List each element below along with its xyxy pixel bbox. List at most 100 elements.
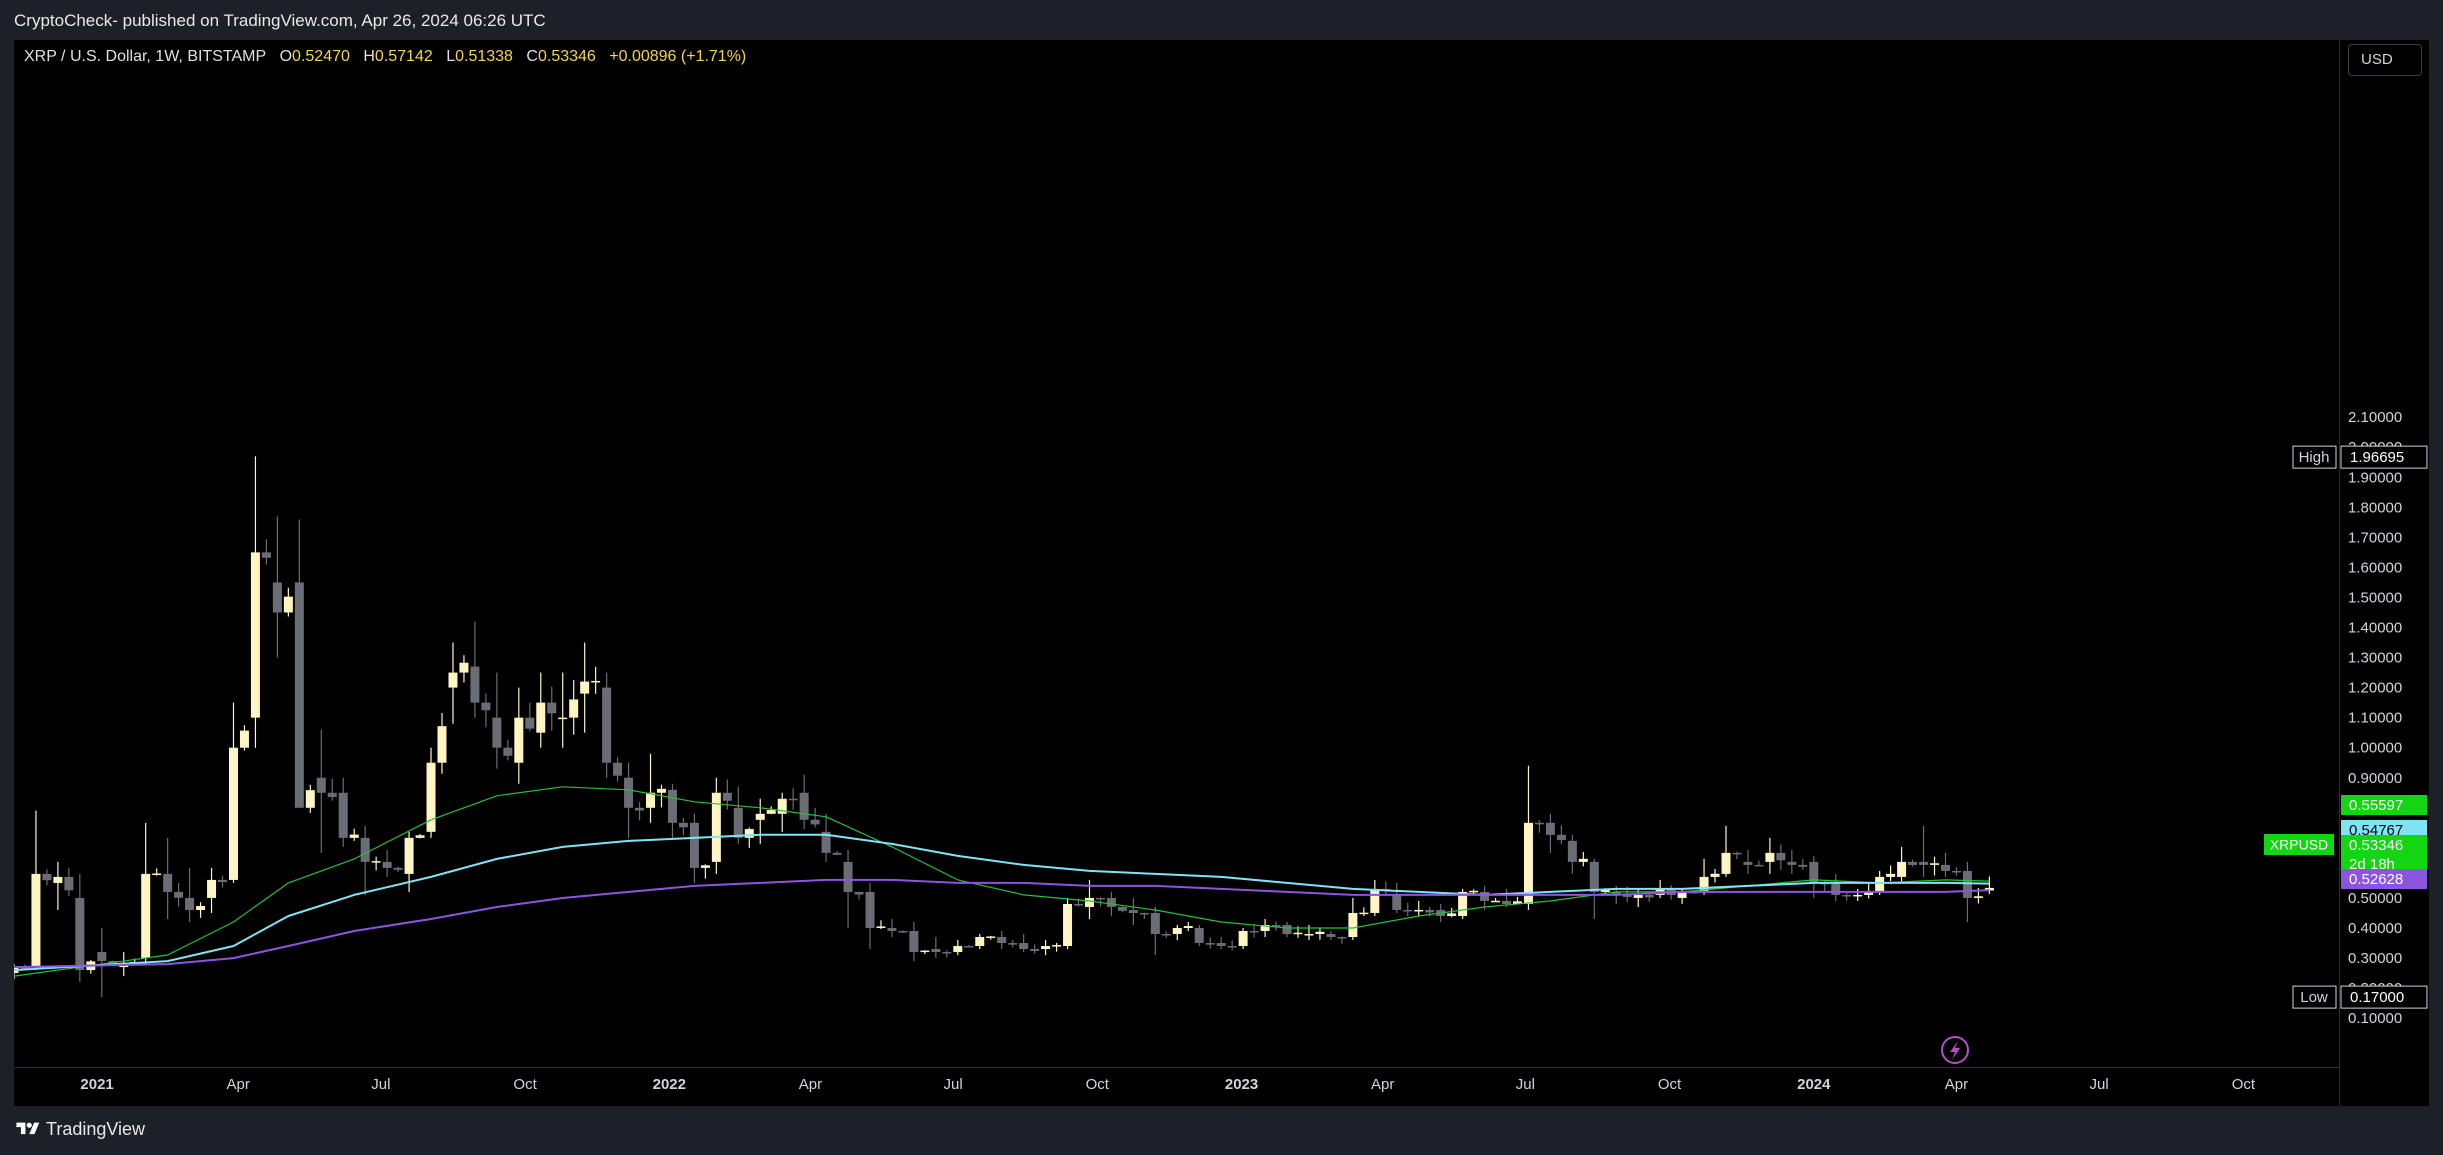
date-tick-label: Apr [1945, 1076, 1968, 1093]
candle-body [975, 937, 985, 947]
symbol-title: XRP / U.S. Dollar, 1W, BITSTAMP [24, 48, 267, 65]
currency-button[interactable]: USD [2348, 44, 2422, 76]
candle-body [810, 819, 820, 825]
candle-body [1973, 896, 1983, 898]
candle-body [1589, 861, 1599, 892]
candle-body [656, 788, 666, 793]
candle-body [744, 829, 754, 838]
candle-body [64, 876, 74, 891]
price-tick-label: 1.40000 [2348, 620, 2402, 637]
candle-body [207, 879, 217, 898]
price-tick-label: 0.40000 [2348, 920, 2402, 937]
date-tick-label: 2022 [653, 1076, 686, 1093]
candle-body [1337, 937, 1347, 939]
candle-body [1227, 946, 1237, 948]
price-tick-label: 0.90000 [2348, 770, 2402, 787]
candle-body [185, 897, 195, 910]
candle-body [1282, 924, 1292, 935]
chart-frame[interactable]: 0.100000.200000.300000.400000.500000.600… [14, 40, 2429, 1106]
date-tick-label: Oct [2232, 1076, 2256, 1093]
candle-body [689, 822, 699, 868]
candle-body [75, 897, 85, 971]
candle-body [1106, 897, 1116, 907]
candle-body [1644, 894, 1654, 898]
candle-body [196, 906, 206, 910]
candle-body [393, 867, 403, 870]
candle-body [305, 790, 315, 808]
symbol-tag-label: XRPUSD [2270, 837, 2328, 853]
candle-body [1633, 894, 1643, 898]
candle-body [448, 672, 458, 688]
symbol-legend: XRP / U.S. Dollar, 1W, BITSTAMP O0.52470… [24, 48, 746, 66]
lightning-icon-bolt [1950, 1041, 1960, 1060]
candle-body [1161, 934, 1171, 936]
candle-body [667, 789, 677, 823]
candle-body [766, 810, 776, 814]
tradingview-brand: TradingView [46, 1119, 146, 1139]
candle-body [1425, 909, 1435, 913]
price-chart[interactable]: 0.100000.200000.300000.400000.500000.600… [14, 40, 2429, 1106]
price-tick-label: 1.80000 [2348, 499, 2402, 516]
candle-body [788, 798, 798, 801]
candles [14, 456, 1994, 998]
candle-body [931, 949, 941, 953]
candle-body [646, 792, 656, 808]
candle-body [1403, 909, 1413, 912]
candle-body [1183, 926, 1193, 928]
candle-body [678, 822, 688, 828]
candle-body [1491, 900, 1501, 903]
candle-body [1326, 934, 1336, 938]
candle-body [1776, 852, 1786, 861]
price-tick-label: 0.30000 [2348, 950, 2402, 967]
candle-body [1469, 890, 1479, 893]
candle-body [722, 792, 732, 801]
candle-body [141, 873, 151, 959]
candle-body [239, 730, 249, 748]
candle-body [1095, 897, 1105, 900]
date-tick-label: Jul [2090, 1076, 2109, 1093]
date-tick-label: 2021 [80, 1076, 113, 1093]
low-marker-label: Low [2300, 989, 2328, 1006]
candle-body [525, 717, 535, 729]
candle-body [536, 702, 546, 733]
candle-body [1063, 903, 1073, 947]
candle-body [1238, 931, 1248, 947]
candle-body [1831, 882, 1841, 895]
candle-body [1084, 897, 1094, 907]
candle-body [558, 717, 568, 720]
candle-body [371, 861, 381, 863]
candle-body [492, 717, 502, 748]
candle-body [316, 777, 326, 793]
candle-body [547, 702, 557, 714]
price-tick-label: 1.20000 [2348, 680, 2402, 697]
candle-body [163, 873, 173, 892]
price-label-text: 0.52628 [2349, 871, 2403, 888]
candle-body [1052, 945, 1062, 947]
candle-body [1150, 912, 1160, 935]
candle-body [1359, 912, 1369, 915]
open-value: 0.52470 [292, 48, 350, 65]
candle-body [415, 835, 425, 838]
candle-body [294, 582, 304, 808]
price-tick-label: 1.60000 [2348, 559, 2402, 576]
candle-body [1315, 931, 1325, 935]
moving-average-cyan [14, 833, 1990, 972]
candle-body [327, 792, 337, 798]
candle-body [1940, 864, 1950, 871]
date-tick-label: Jul [943, 1076, 962, 1093]
candle-body [459, 662, 469, 673]
candle-body [613, 762, 623, 776]
candle-body [1919, 861, 1929, 865]
price-tick-label: 0.10000 [2348, 1010, 2402, 1027]
candle-body [591, 680, 601, 683]
candle-body [1480, 891, 1490, 901]
date-tick-label: Oct [1086, 1076, 1110, 1093]
candle-body [876, 926, 886, 928]
candle-body [1392, 894, 1402, 910]
candle-body [1348, 912, 1358, 938]
candle-body [964, 946, 974, 948]
candle-body [1798, 864, 1808, 867]
price-tick-label: 1.30000 [2348, 650, 2402, 667]
candle-body [1008, 943, 1018, 945]
candle-body [953, 946, 963, 953]
